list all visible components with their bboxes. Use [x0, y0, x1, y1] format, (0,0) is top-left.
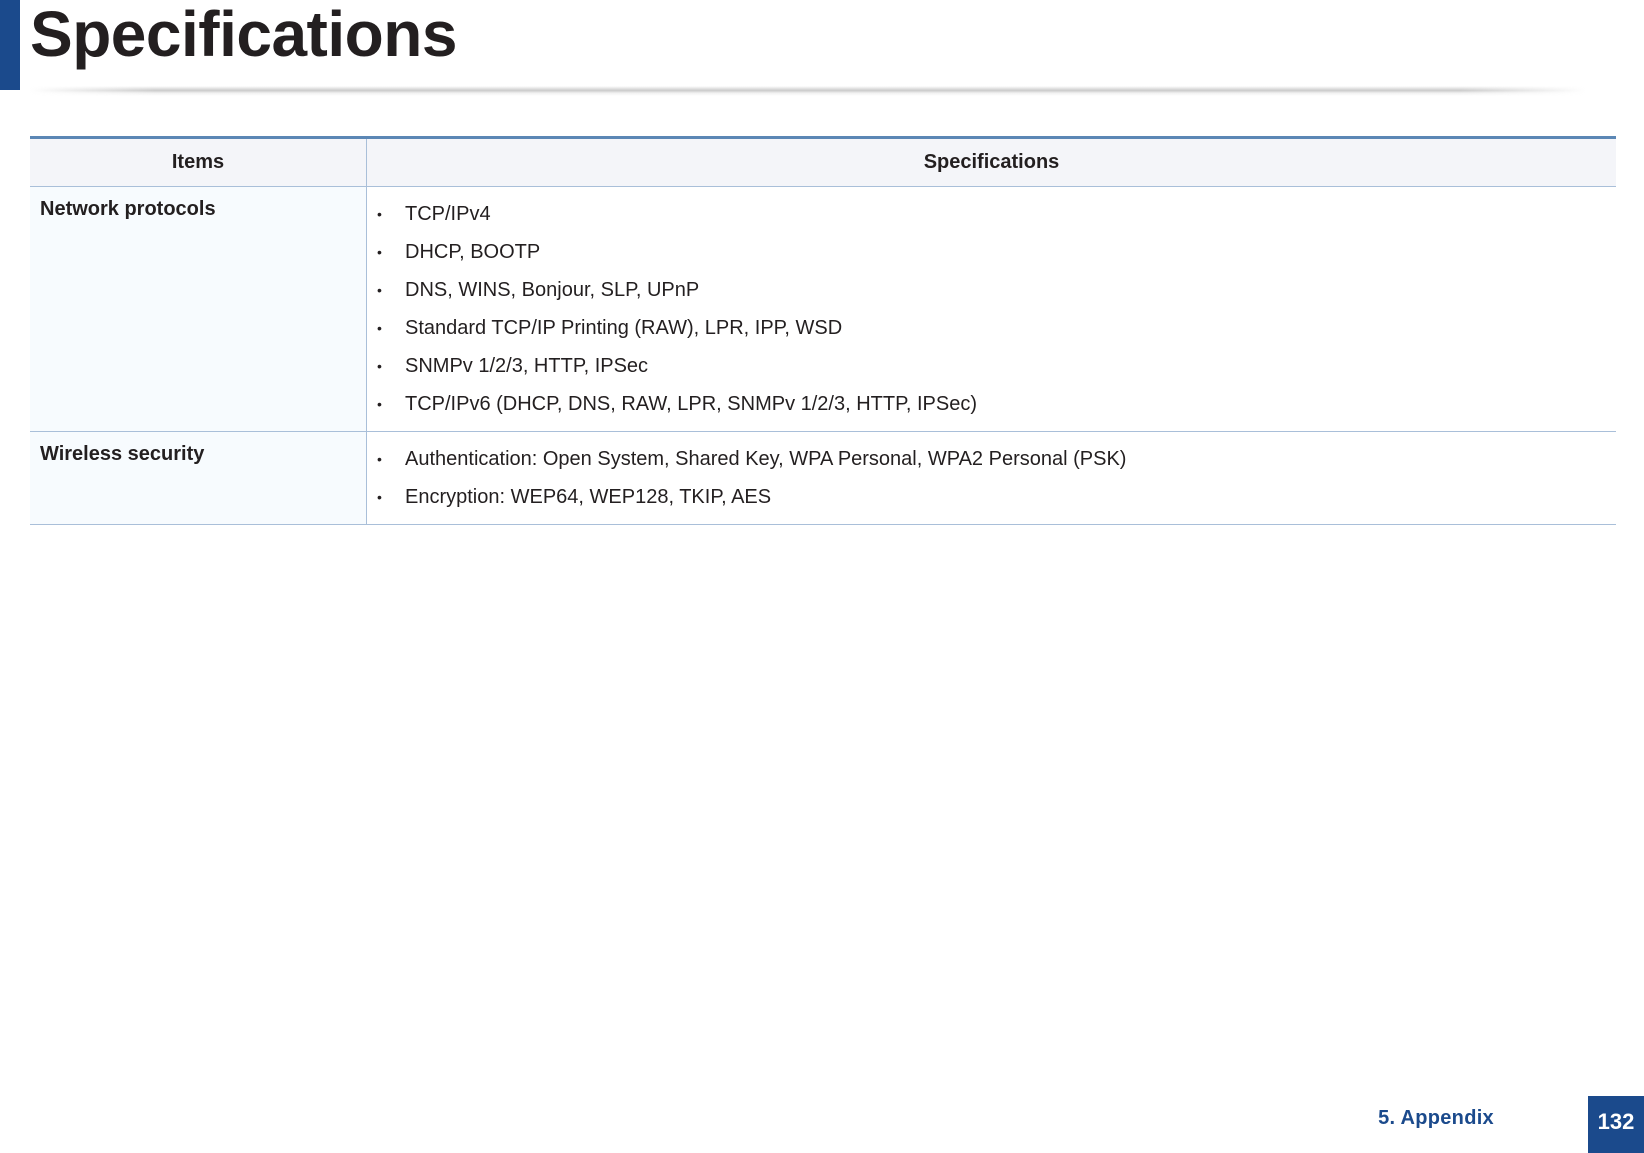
bullet-icon: • [377, 320, 382, 336]
spec-list: • Authentication: Open System, Shared Key… [367, 440, 1616, 516]
bullet-icon: • [377, 358, 382, 374]
list-item: • Standard TCP/IP Printing (RAW), LPR, IP… [367, 309, 1616, 347]
spec-text: TCP/IPv4 [405, 203, 491, 225]
spec-text: Standard TCP/IP Printing (RAW), LPR, IPP… [405, 317, 843, 339]
list-item: • Encryption: WEP64, WEP128, TKIP, AES [367, 478, 1616, 516]
table-row-network-protocols: Network protocols • TCP/IPv4 • DHCP, BOOTP… [30, 186, 1616, 432]
spec-text: SNMPv 1/2/3, HTTP, IPSec [405, 355, 649, 377]
spec-cell: • TCP/IPv4 • DHCP, BOOTP • DNS, WINS, Bonjo… [366, 186, 1616, 432]
spec-text: Encryption: WEP64, WEP128, TKIP, AES [405, 486, 772, 508]
bullet-icon: • [377, 396, 382, 412]
list-item: • DNS, WINS, Bonjour, SLP, UPnP [367, 271, 1616, 309]
page-title: Specifications [30, 0, 457, 70]
bullet-icon: • [377, 244, 382, 260]
list-item: • TCP/IPv6 (DHCP, DNS, RAW, LPR, SNMPv 1/… [367, 385, 1616, 423]
footer-section-label: 5. Appendix [1378, 1107, 1494, 1129]
bullet-icon: • [377, 282, 382, 298]
item-cell: Network protocols [30, 186, 367, 432]
spec-text: DNS, WINS, Bonjour, SLP, UPnP [405, 279, 700, 301]
bullet-icon: • [377, 451, 382, 467]
spec-text: Authentication: Open System, Shared Key,… [405, 448, 1127, 470]
spec-text: TCP/IPv6 (DHCP, DNS, RAW, LPR, SNMPv 1/2… [405, 393, 977, 415]
spec-list: • TCP/IPv4 • DHCP, BOOTP • DNS, WINS, Bonjo… [367, 195, 1616, 423]
list-item: • DHCP, BOOTP [367, 233, 1616, 271]
bullet-icon: • [377, 206, 382, 222]
title-accent-bar [0, 0, 20, 90]
list-item: • Authentication: Open System, Shared Key… [367, 440, 1616, 478]
specifications-table: Items Specifications Network protocols •… [30, 136, 1616, 525]
list-item: • TCP/IPv4 [367, 195, 1616, 233]
list-item: • SNMPv 1/2/3, HTTP, IPSec [367, 347, 1616, 385]
page-number-badge: 132 [1588, 1096, 1644, 1153]
item-cell: Wireless security [30, 431, 367, 525]
title-divider [30, 86, 1585, 96]
column-header-specifications: Specifications [366, 137, 1616, 187]
spec-text: DHCP, BOOTP [405, 241, 541, 263]
bullet-icon: • [377, 489, 382, 505]
column-header-items: Items [30, 137, 367, 187]
table-header-row: Items Specifications [30, 137, 1616, 187]
table-row-wireless-security: Wireless security • Authentication: Open … [30, 431, 1616, 525]
spec-cell: • Authentication: Open System, Shared Key… [366, 431, 1616, 525]
